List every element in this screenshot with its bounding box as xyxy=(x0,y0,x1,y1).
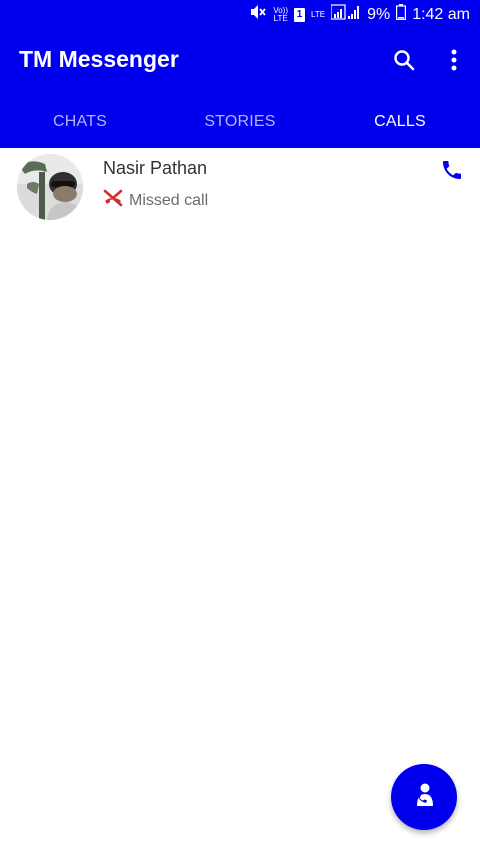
sim-indicator: 1 xyxy=(293,7,305,22)
contact-person-icon xyxy=(411,782,437,813)
call-back-button[interactable] xyxy=(436,156,468,188)
battery-icon xyxy=(396,4,407,25)
phone-icon xyxy=(440,158,464,187)
clock: 1:42 am xyxy=(412,5,470,23)
overflow-menu-button[interactable] xyxy=(436,44,472,80)
tab-chats[interactable]: CHATS xyxy=(0,96,160,148)
lte-indicator: LTE xyxy=(310,9,326,19)
app-bar: TM Messenger xyxy=(0,30,480,96)
tab-stories[interactable]: STORIES xyxy=(160,96,320,148)
new-call-fab[interactable] xyxy=(391,764,457,830)
search-button[interactable] xyxy=(386,44,422,80)
status-icons: Vo)) LTE 1 LTE 9% 1:42 am xyxy=(249,4,470,25)
app-title: TM Messenger xyxy=(19,46,179,72)
more-vertical-icon xyxy=(451,49,457,76)
mute-icon xyxy=(249,4,267,25)
status-bar: Vo)) LTE 1 LTE 9% 1:42 am xyxy=(0,0,480,30)
signal-icon xyxy=(330,4,361,25)
call-log-item[interactable]: Nasir Pathan Missed call xyxy=(0,150,480,222)
call-status-text: Missed call xyxy=(129,191,209,209)
battery-percent: 9% xyxy=(367,5,391,23)
call-status: Missed call xyxy=(103,189,208,212)
volte-indicator: Vo)) LTE xyxy=(273,5,288,23)
contact-name: Nasir Pathan xyxy=(103,158,208,178)
tab-calls[interactable]: CALLS xyxy=(320,96,480,148)
missed-call-icon xyxy=(103,189,123,212)
search-icon xyxy=(392,48,416,77)
tab-bar: CHATS STORIES CALLS xyxy=(0,96,480,148)
avatar[interactable] xyxy=(17,154,83,220)
